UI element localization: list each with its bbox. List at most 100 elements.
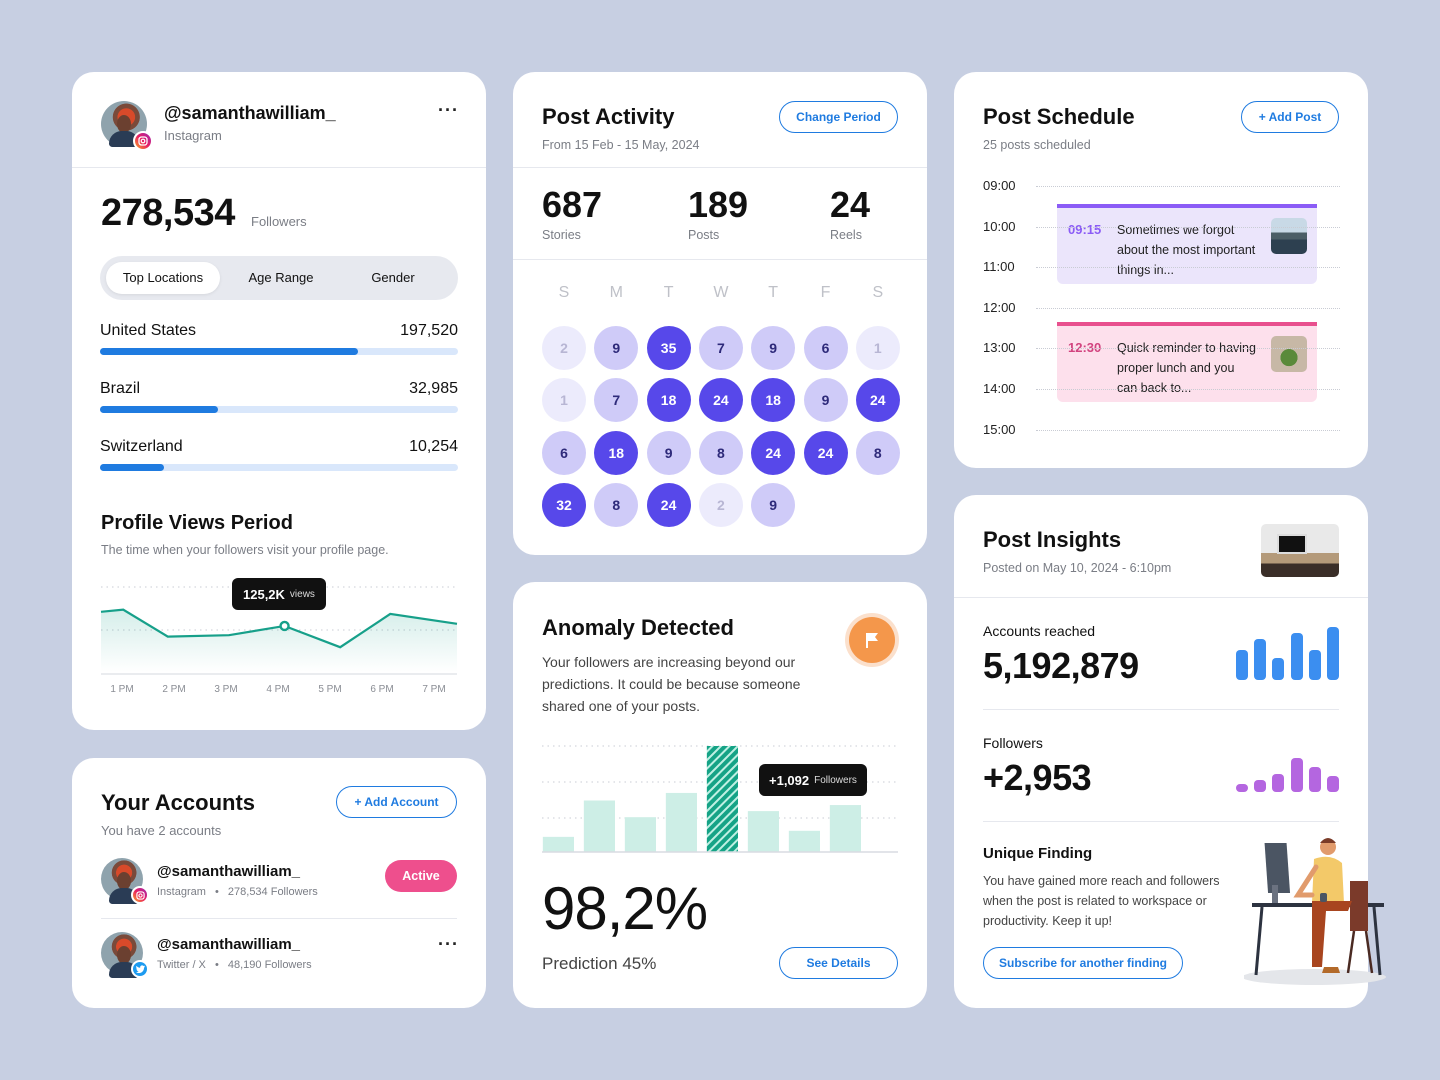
flag-badge <box>845 613 899 667</box>
calendar-day[interactable]: 18 <box>594 430 639 475</box>
calendar-day[interactable]: 9 <box>594 326 639 370</box>
scheduled-event[interactable]: 09:15 Sometimes we forgot about the most… <box>1057 204 1317 284</box>
location-progress <box>100 464 458 471</box>
more-options-icon[interactable]: ··· <box>438 935 459 953</box>
calendar-day[interactable]: 1 <box>542 378 586 423</box>
time-gridline <box>1036 267 1340 269</box>
account-handle[interactable]: @samanthawilliam_ <box>157 936 300 953</box>
event-thumbnail <box>1271 218 1307 254</box>
location-value: 10,254 <box>409 438 458 455</box>
calendar-day[interactable]: 8 <box>594 482 639 527</box>
subscribe-finding-button[interactable]: Subscribe for another finding <box>983 947 1183 979</box>
post-thumbnail[interactable] <box>1261 524 1339 577</box>
calendar-day[interactable]: 24 <box>698 378 743 423</box>
bar[interactable] <box>788 830 820 852</box>
add-post-button[interactable]: + Add Post <box>1241 101 1339 133</box>
calendar-day[interactable]: 24 <box>803 430 848 475</box>
anomaly-title: Anomaly Detected <box>542 615 734 640</box>
change-period-button[interactable]: Change Period <box>779 101 898 133</box>
avatar[interactable] <box>101 858 149 904</box>
bar[interactable] <box>542 836 574 852</box>
divider <box>954 597 1368 598</box>
calendar-day[interactable]: 32 <box>542 482 586 527</box>
mini-bar <box>1272 774 1285 792</box>
weekday-label: W <box>713 284 729 301</box>
calendar-day[interactable]: 8 <box>855 430 900 475</box>
calendar-day[interactable]: 9 <box>803 378 848 423</box>
account-handle[interactable]: @samanthawilliam_ <box>157 863 300 880</box>
x-tick-label: 3 PM <box>214 684 237 695</box>
bar[interactable] <box>583 800 615 852</box>
followers-label: Followers <box>983 735 1043 751</box>
calendar-day[interactable]: 1 <box>855 326 900 370</box>
avatar[interactable] <box>101 932 149 978</box>
weekday-label: S <box>558 284 570 301</box>
anomaly-card: Anomaly Detected Your followers are incr… <box>513 582 927 1008</box>
time-label: 14:00 <box>983 381 1016 396</box>
bar[interactable] <box>665 792 697 852</box>
schedule-title: Post Schedule <box>983 104 1135 129</box>
status-badge[interactable]: Active <box>385 860 457 892</box>
calendar-day[interactable]: 2 <box>542 326 586 370</box>
location-progress-fill <box>100 464 165 471</box>
calendar-day[interactable]: 6 <box>542 430 586 475</box>
more-options-icon[interactable]: ··· <box>438 101 459 119</box>
area-fill <box>101 609 457 672</box>
followers-label: Followers <box>251 214 307 229</box>
weekday-label: S <box>872 284 884 301</box>
highlight-bar[interactable] <box>706 746 738 852</box>
calendar-day[interactable]: 24 <box>646 482 691 527</box>
insights-posted: Posted on May 10, 2024 - 6:10pm <box>983 561 1172 575</box>
event-text: Sometimes we forgot about the most impor… <box>1117 223 1256 277</box>
account-meta: Instagram • 278,534 Followers <box>157 886 318 898</box>
separator-dot: • <box>214 959 219 971</box>
weekday-label: T <box>768 284 779 301</box>
divider <box>983 821 1339 822</box>
calendar-day[interactable]: 18 <box>646 378 691 423</box>
mini-bar <box>1327 775 1339 792</box>
profile-platform: Instagram <box>164 128 222 143</box>
calendar-day[interactable]: 7 <box>698 326 743 370</box>
activity-title: Post Activity <box>542 104 675 129</box>
mini-bar <box>1308 649 1321 680</box>
accounts-title: Your Accounts <box>101 790 256 815</box>
stat-value: 687 <box>542 184 603 225</box>
calendar-day[interactable]: 24 <box>751 430 796 475</box>
time-gridline <box>1036 389 1340 390</box>
calendar-day[interactable]: 9 <box>751 482 796 527</box>
bar[interactable] <box>624 817 656 852</box>
add-account-button[interactable]: + Add Account <box>336 786 457 818</box>
mini-bar <box>1308 766 1321 792</box>
see-details-button[interactable]: See Details <box>779 947 898 979</box>
x-tick-label: 5 PM <box>318 684 341 695</box>
weekday-label: F <box>820 284 831 301</box>
calendar-day[interactable]: 8 <box>698 430 743 475</box>
time-gridline <box>1036 348 1340 350</box>
bar[interactable] <box>829 805 861 852</box>
calendar-day[interactable]: 9 <box>646 430 691 475</box>
instagram-icon <box>131 886 149 904</box>
time-gridline <box>1036 429 1340 431</box>
tab-age-range[interactable]: Age Range <box>226 262 336 294</box>
calendar-day[interactable]: 2 <box>698 482 743 527</box>
calendar-day[interactable]: 6 <box>803 326 848 370</box>
calendar-day[interactable]: 18 <box>751 378 796 423</box>
tab-gender[interactable]: Gender <box>340 262 446 294</box>
anomaly-tooltip-value: +1,092 <box>769 772 810 788</box>
calendar-day[interactable]: 24 <box>855 378 900 423</box>
avatar[interactable] <box>101 101 153 151</box>
calendar-day[interactable]: 9 <box>751 326 796 370</box>
calendar-day[interactable]: 35 <box>646 326 691 370</box>
mini-bar <box>1236 649 1248 680</box>
location-value: 197,520 <box>400 322 458 339</box>
time-label: 10:00 <box>983 218 1016 234</box>
mini-bar <box>1290 633 1303 680</box>
calendar-day[interactable]: 7 <box>594 378 639 423</box>
highlight-point[interactable] <box>279 620 290 632</box>
time-label: 09:00 <box>983 178 1016 193</box>
bar[interactable] <box>747 811 779 852</box>
tab-top-locations[interactable]: Top Locations <box>106 262 220 294</box>
mini-bar <box>1290 757 1303 792</box>
scheduled-event[interactable]: 12:30 Quick reminder to having proper lu… <box>1057 322 1317 402</box>
time-label: 13:00 <box>983 340 1016 356</box>
